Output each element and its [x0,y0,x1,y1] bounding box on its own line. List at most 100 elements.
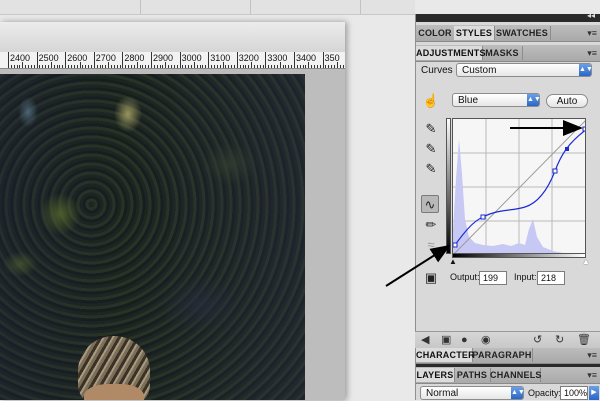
eyedropper-white-icon[interactable]: ✎ [422,160,440,178]
chevron-down-icon: ▲▼ [527,94,541,106]
ruler-label: 2400 [10,53,31,63]
tab-character[interactable]: CHARACTER [416,348,475,362]
eyedropper-black-icon[interactable]: ✎ [422,120,440,138]
ruler-label: 3100 [210,53,231,63]
ruler-tick [216,65,218,68]
blend-mode-select[interactable]: Normal ▲▼ [420,386,525,400]
output-field[interactable]: 199 [479,271,507,285]
ruler-tick [76,65,78,68]
ruler-tick [62,65,64,68]
channel-value: Blue [458,95,479,106]
visibility-eye-icon[interactable]: ◉ [481,332,491,348]
ruler-tick [308,62,310,68]
ruler-tick [96,65,98,68]
smooth-curve-icon[interactable]: ≈ [422,236,440,254]
ruler-tick [179,52,181,68]
photo-canvas[interactable] [0,74,305,400]
ruler-tick [156,65,158,68]
ruler-tick [273,65,275,68]
ruler-tick [73,65,75,68]
character-menu-icon[interactable]: ▾≡ [587,350,597,361]
tab-swatches[interactable]: SWATCHES [494,26,551,40]
ruler-tick [93,52,95,68]
ruler-tick [85,65,87,68]
ruler-tick [36,52,38,68]
collapse-icon[interactable]: ◂◂ [587,11,595,20]
ruler-tick [219,65,221,68]
ruler-tick [171,65,173,68]
ruler-tick [291,65,293,68]
ruler-tick [108,62,110,68]
ruler-label: 2700 [95,53,116,63]
output-gradient-bar [452,254,586,258]
input-field[interactable]: 218 [537,271,565,285]
ruler-tick [245,65,247,68]
ruler-label: 3400 [296,53,317,63]
ruler-tick [268,65,270,68]
ruler-tick [110,65,112,68]
layers-tabbar: LAYERS PATHS CHANNELS ▾≡ [416,367,600,384]
ruler-tick [165,62,167,68]
curves-label: Curves [421,65,453,76]
eyedropper-gray-icon[interactable]: ✎ [422,140,440,158]
white-point-slider-icon[interactable]: ▲ [582,257,590,266]
ruler-tick [279,62,281,68]
ruler-tick [16,65,18,68]
ruler-tick [334,65,336,68]
tab-paths[interactable]: PATHS [454,368,491,382]
color-styles-tabbar: COLOR STYLES SWATCHES ▾≡ [416,25,600,42]
black-point-slider-icon[interactable]: ▲ [449,257,457,266]
ruler-tick [288,65,290,68]
tab-masks[interactable]: MASKS [482,46,523,60]
tab-styles[interactable]: STYLES [454,26,495,40]
ruler-tick [199,65,201,68]
character-tabbar: CHARACTER PARAGRAPH ▾≡ [416,347,600,364]
tab-paragraph[interactable]: PARAGRAPH [472,348,533,362]
ruler-tick [116,65,118,68]
curves-graph[interactable] [452,118,586,254]
ruler-tick [33,65,35,68]
auto-button[interactable]: Auto [546,94,588,108]
adjustments-menu-icon[interactable]: ▾≡ [587,48,597,59]
tab-channels[interactable]: CHANNELS [490,368,541,382]
ruler-tick [253,65,255,68]
ruler-tick [205,65,207,68]
view-previous-icon[interactable]: ↺ [533,332,542,348]
pencil-draw-icon[interactable]: ✏ [422,216,440,234]
tab-adjustments[interactable]: ADJUSTMENTS [416,46,486,60]
channel-select[interactable]: Blue ▲▼ [452,93,541,107]
ruler-tick [133,65,135,68]
curve-point-tool-icon[interactable]: ∿ [421,195,439,213]
document-title-bar[interactable] [0,22,345,53]
ruler-tick [39,65,41,68]
ruler-tick [339,65,341,68]
ruler-tick [282,65,284,68]
ruler-label: 2900 [153,53,174,63]
mask-icon[interactable]: ● [461,332,468,348]
adjustments-footer: ◀ ▣ ● ◉ ↺ ↻ 🗑 [415,331,600,348]
ruler-tick [316,65,318,68]
ruler-tick [202,65,204,68]
horizontal-ruler[interactable]: 2400 2500 2600 2700 2800 2900 3000 3100 3200 3300… [0,52,345,69]
tab-color[interactable]: COLOR [416,26,455,40]
reset-icon[interactable]: ↻ [555,332,564,348]
layers-menu-icon[interactable]: ▾≡ [587,370,597,381]
ruler-tick [239,65,241,68]
trash-icon[interactable]: 🗑 [577,332,591,348]
ruler-tick [299,65,301,68]
panel-menu-icon[interactable]: ▾≡ [587,28,597,39]
opacity-field[interactable]: 100% [560,386,588,400]
panel-collapse-strip[interactable]: ◂◂ [416,11,600,22]
ruler-tick [105,65,107,68]
clip-to-layer-icon[interactable]: ▣ [441,332,451,348]
clip-warning-icon[interactable]: ▣ [422,269,440,287]
ruler-tick [185,65,187,68]
ruler-tick [53,65,55,68]
preset-select[interactable]: Custom ▲▼ [456,63,593,77]
opacity-slider-arrow-icon[interactable]: ▶ [589,386,599,400]
chevron-down-icon: ▲▼ [511,387,525,399]
back-arrow-icon[interactable]: ◀ [421,332,429,348]
tab-layers[interactable]: LAYERS [416,368,455,382]
on-image-adjust-icon[interactable]: ☝ [422,92,440,110]
ruler-tick [102,65,104,68]
